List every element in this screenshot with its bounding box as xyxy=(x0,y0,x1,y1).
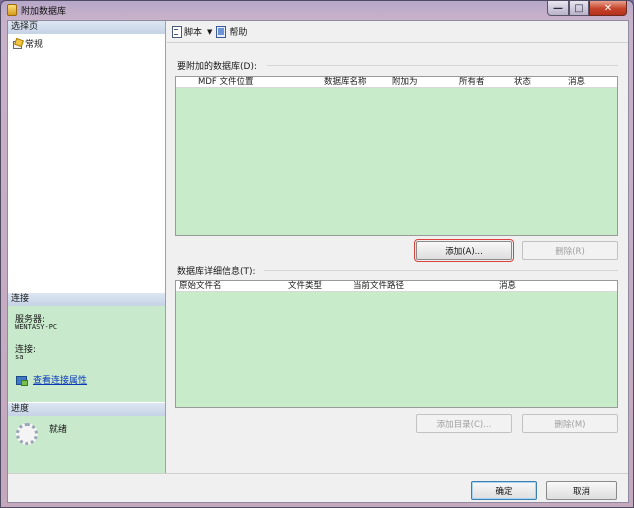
window-title: 附加数据库 xyxy=(21,7,67,17)
progress-status: 就绪 xyxy=(49,425,68,435)
column-header[interactable]: 附加为 xyxy=(392,77,418,88)
column-header[interactable]: 状态 xyxy=(514,77,531,88)
column-header[interactable]: 数据库名称 xyxy=(324,77,367,88)
progress-panel: 就绪 xyxy=(8,416,165,473)
help-button[interactable]: 帮助 xyxy=(216,25,247,38)
right-pane: 脚本 ▼ 帮助 要附加的数据库(D): MDF 文件位置 数据库名称 附加为 所… xyxy=(167,21,628,473)
minimize-button[interactable]: — xyxy=(547,1,569,16)
remove-file-button[interactable]: 删除(M) xyxy=(522,414,618,433)
attach-databases-grid[interactable]: MDF 文件位置 数据库名称 附加为 所有者 状态 消息 xyxy=(175,76,618,236)
add-database-button[interactable]: 添加(A)... xyxy=(414,239,514,262)
column-header[interactable]: 原始文件名 xyxy=(179,281,222,292)
grid-header: 原始文件名 文件类型 当前文件路径 消息 xyxy=(176,281,617,292)
column-header[interactable]: 消息 xyxy=(499,281,516,292)
view-connection-properties-text[interactable]: 查看连接属性 xyxy=(33,373,87,386)
progress-spinner-icon xyxy=(16,423,38,445)
attach-databases-label: 要附加的数据库(D): xyxy=(177,62,257,72)
column-header[interactable]: 消息 xyxy=(568,77,585,88)
nav-item-general[interactable]: 常规 xyxy=(12,37,43,50)
help-icon xyxy=(216,26,227,38)
toolbar: 脚本 ▼ 帮助 xyxy=(167,21,628,43)
progress-header: 进度 xyxy=(8,403,165,416)
column-header[interactable]: MDF 文件位置 xyxy=(198,77,253,88)
script-label: 脚本 xyxy=(184,28,203,38)
chevron-down-icon[interactable]: ▼ xyxy=(207,28,212,36)
server-value: WENTASY-PC xyxy=(15,323,58,331)
add-catalog-button[interactable]: 添加目录(C)... xyxy=(416,414,512,433)
divider xyxy=(264,270,618,271)
remove-database-button[interactable]: 删除(R) xyxy=(522,241,618,260)
title-bar[interactable]: 附加数据库 — □ ✕ xyxy=(1,1,633,19)
connection-panel: 服务器: WENTASY-PC 连接: sa 查看连接属性 xyxy=(8,306,165,402)
close-button[interactable]: ✕ xyxy=(589,1,627,16)
database-details-label: 数据库详细信息(T): xyxy=(177,267,256,277)
script-button[interactable]: 脚本 ▼ xyxy=(171,25,212,38)
attach-database-window: 附加数据库 — □ ✕ 选择页 常规 连接 服务器: WENTASY-PC 连接… xyxy=(0,0,634,508)
general-page-icon xyxy=(12,39,22,49)
column-header[interactable]: 文件类型 xyxy=(288,281,322,292)
nav-item-label: 常规 xyxy=(25,40,44,50)
dialog-client-area: 选择页 常规 连接 服务器: WENTASY-PC 连接: sa 查看连接属性 … xyxy=(7,20,629,503)
database-details-grid[interactable]: 原始文件名 文件类型 当前文件路径 消息 xyxy=(175,280,618,408)
connection-properties-icon xyxy=(16,375,28,386)
connection-header: 连接 xyxy=(8,293,165,306)
window-controls: — □ ✕ xyxy=(547,1,627,16)
maximize-button[interactable]: □ xyxy=(569,1,589,16)
help-label: 帮助 xyxy=(229,28,248,38)
column-header[interactable]: 所有者 xyxy=(459,77,485,88)
divider xyxy=(267,65,618,66)
left-pane: 选择页 常规 连接 服务器: WENTASY-PC 连接: sa 查看连接属性 … xyxy=(8,21,166,473)
database-icon xyxy=(7,4,17,16)
cancel-button[interactable]: 取消 xyxy=(546,481,617,500)
view-connection-properties-link[interactable]: 查看连接属性 xyxy=(16,373,87,386)
select-page-header: 选择页 xyxy=(8,21,165,34)
script-icon xyxy=(171,26,182,38)
column-header[interactable]: 当前文件路径 xyxy=(353,281,404,292)
ok-button[interactable]: 确定 xyxy=(471,481,537,500)
dialog-footer: 确定 取消 xyxy=(8,473,628,502)
grid-header: MDF 文件位置 数据库名称 附加为 所有者 状态 消息 xyxy=(176,77,617,88)
connection-value: sa xyxy=(15,353,24,361)
